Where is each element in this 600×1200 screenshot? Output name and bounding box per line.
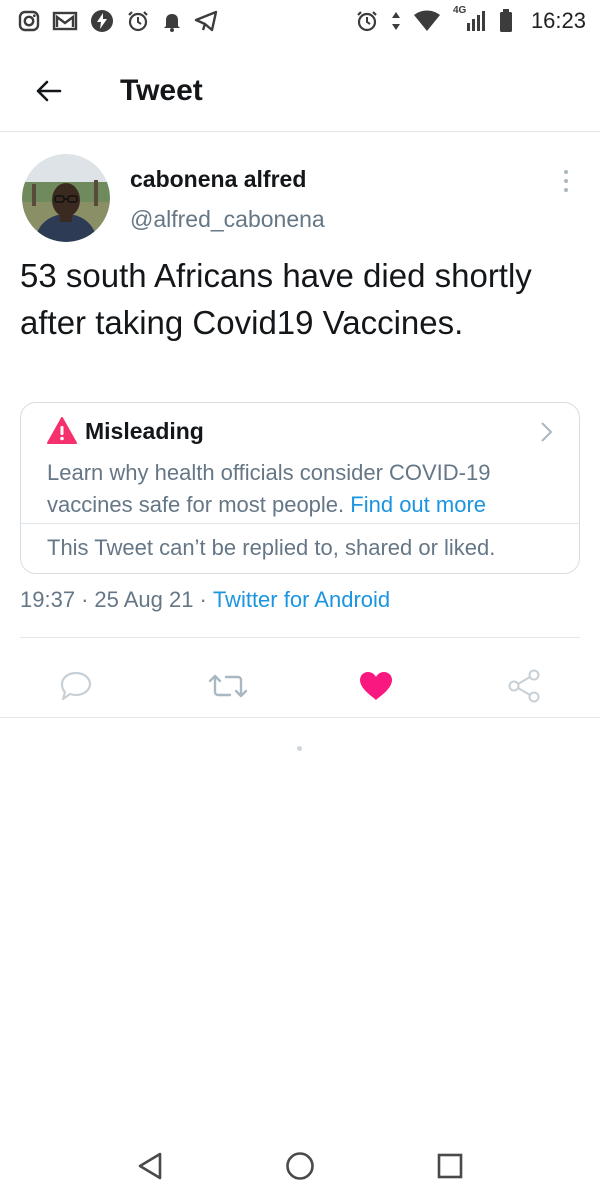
back-button[interactable] — [16, 59, 80, 123]
meta-separator: · — [199, 587, 207, 612]
warning-icon — [47, 417, 77, 444]
status-bar: 4G 16:23 — [0, 0, 600, 42]
chevron-right-icon — [541, 422, 553, 442]
signal-icon: 4G — [453, 5, 487, 33]
triangle-back-icon — [138, 1152, 162, 1180]
share-icon — [508, 669, 540, 703]
notice-body: Learn why health officials consider COVI… — [47, 457, 567, 521]
square-recents-icon — [437, 1153, 463, 1179]
status-time: 16:23 — [530, 8, 586, 33]
instagram-icon — [18, 10, 40, 32]
status-icons-left — [18, 9, 218, 33]
more-dot — [564, 188, 568, 192]
notice-header: Misleading — [47, 417, 204, 445]
author-handle[interactable]: @alfred_cabonena — [130, 206, 325, 233]
wifi-icon — [413, 10, 440, 31]
more-dot — [564, 170, 568, 174]
alarm-icon — [357, 11, 377, 32]
notice-footer: This Tweet can’t be replied to, shared o… — [47, 535, 496, 560]
data-arrows-icon — [391, 12, 400, 30]
avatar[interactable] — [22, 154, 110, 242]
notice-label: Misleading — [85, 417, 204, 444]
divider — [0, 717, 600, 718]
tweet-time: 19:37 — [20, 587, 76, 612]
author-name[interactable]: cabonena alfred — [130, 166, 306, 193]
bolt-icon — [91, 10, 113, 32]
divider — [20, 637, 580, 638]
reply-icon — [60, 671, 92, 701]
status-icons-right: 4G 16:23 — [355, 5, 586, 34]
system-nav-bar — [0, 1130, 600, 1200]
gmail-icon — [52, 11, 78, 31]
find-out-more-link[interactable]: Find out more — [350, 492, 486, 517]
like-icon — [360, 672, 392, 700]
like-button[interactable] — [352, 662, 400, 710]
battery-icon — [499, 9, 512, 32]
tweet-date: 25 Aug 21 — [94, 587, 194, 612]
arrow-left-icon — [36, 80, 62, 101]
share-button[interactable] — [500, 662, 548, 710]
retweet-icon — [208, 674, 248, 698]
tweet-meta: 19:37 · 25 Aug 21 · Twitter for Android — [20, 587, 390, 613]
app-header: Tweet — [0, 50, 600, 132]
notification-bell-icon — [164, 14, 180, 32]
notice-divider — [21, 523, 579, 524]
page-title: Tweet — [120, 73, 203, 107]
retweet-button[interactable] — [204, 662, 252, 710]
tweet-source[interactable]: Twitter for Android — [213, 587, 390, 613]
nav-back-button[interactable] — [128, 1144, 172, 1188]
loading-indicator — [297, 746, 302, 751]
reply-button[interactable] — [52, 662, 100, 710]
more-options-button[interactable] — [552, 166, 580, 196]
meta-separator: · — [81, 587, 89, 612]
telegram-icon — [194, 10, 218, 32]
tweet-actions — [0, 652, 600, 722]
tweet-text: 53 south Africans have died shortly afte… — [20, 257, 532, 341]
circle-home-icon — [286, 1152, 314, 1180]
nav-recents-button[interactable] — [428, 1144, 472, 1188]
nav-home-button[interactable] — [278, 1144, 322, 1188]
misleading-notice[interactable]: Misleading Learn why health officials co… — [20, 402, 580, 574]
alarm-icon — [128, 11, 148, 32]
more-dot — [564, 179, 568, 183]
